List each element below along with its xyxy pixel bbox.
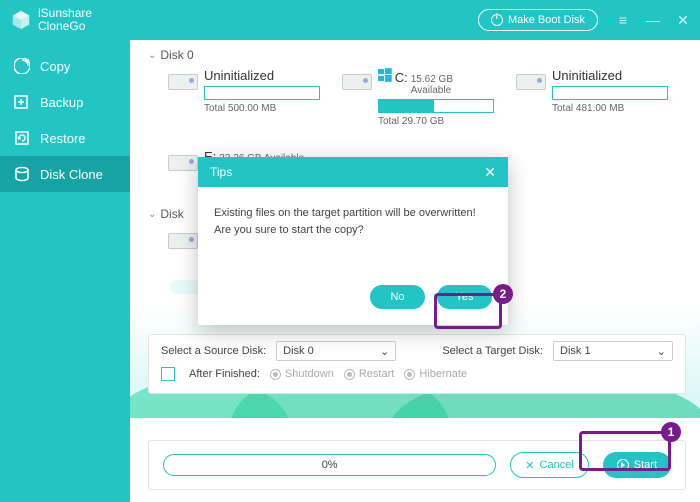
partition-label: Uninitialized [204, 68, 274, 83]
play-icon [617, 459, 629, 471]
start-button[interactable]: Start [603, 452, 671, 478]
drive-icon [168, 155, 198, 171]
partition[interactable]: Uninitialized Total 500.00 MB [168, 68, 320, 127]
dialog-no-button[interactable]: No [370, 285, 425, 309]
radio-shutdown[interactable]: Shutdown [270, 368, 334, 380]
radio-icon [270, 369, 281, 380]
partition-total: Total 481.00 MB [552, 103, 668, 114]
chevron-down-icon: ⌄ [148, 50, 156, 61]
dialog-title: Tips [210, 165, 232, 179]
after-finished-label: After Finished: [189, 368, 260, 380]
sidebar-item-restore[interactable]: Restore [0, 120, 130, 156]
app-logo: iSunshare CloneGo [10, 7, 92, 33]
source-disk-select[interactable]: Disk 0 ⌄ [276, 341, 396, 361]
progress-bar: 0% [163, 454, 496, 476]
sidebar-item-disk-clone[interactable]: Disk Clone [0, 156, 130, 192]
backup-icon [14, 94, 30, 110]
source-disk-value: Disk 0 [283, 345, 314, 357]
partition[interactable]: C: 15.62 GB Available Total 29.70 GB [342, 68, 494, 127]
disk-name: Disk [160, 207, 183, 221]
partition-bar [552, 86, 668, 100]
after-finished-checkbox[interactable] [161, 367, 175, 381]
make-boot-label: Make Boot Disk [508, 14, 585, 26]
restore-icon [14, 130, 30, 146]
radio-hibernate[interactable]: Hibernate [404, 368, 467, 380]
footer-panel: 0% ✕ Cancel Start [148, 440, 686, 490]
cancel-label: Cancel [540, 459, 574, 471]
annotation-badge-1: 1 [661, 422, 681, 442]
target-disk-label: Select a Target Disk: [442, 345, 543, 357]
cancel-button[interactable]: ✕ Cancel [510, 452, 588, 478]
windows-icon [378, 68, 392, 82]
annotation-badge-2: 2 [493, 284, 513, 304]
drive-icon [168, 233, 198, 249]
dialog-header: Tips ✕ [198, 157, 508, 187]
menu-icon[interactable]: ≡ [616, 13, 630, 27]
make-boot-disk-button[interactable]: Make Boot Disk [478, 9, 598, 31]
partition-label: Uninitialized [552, 68, 622, 83]
partition-available: 15.62 GB Available [411, 74, 494, 96]
chevron-down-icon: ⌄ [657, 345, 666, 358]
disk-group-head[interactable]: ⌄ Disk 0 [148, 48, 686, 62]
target-disk-value: Disk 1 [560, 345, 591, 357]
drive-icon [342, 74, 372, 90]
close-icon: ✕ [525, 459, 534, 472]
radio-icon [344, 369, 355, 380]
minimize-icon[interactable]: — [646, 13, 660, 27]
start-label: Start [634, 459, 657, 471]
partition-bar [204, 86, 320, 100]
close-icon[interactable]: ✕ [676, 13, 690, 27]
tips-dialog: Tips ✕ Existing files on the target part… [198, 157, 508, 325]
sidebar-item-label: Restore [40, 131, 86, 146]
sidebar-item-label: Copy [40, 59, 70, 74]
disk-name: Disk 0 [160, 48, 193, 62]
disk-clone-icon [14, 166, 30, 182]
sidebar-item-label: Backup [40, 95, 83, 110]
progress-value: 0% [322, 459, 338, 471]
dialog-yes-button[interactable]: Yes [437, 285, 492, 309]
sidebar-item-backup[interactable]: Backup [0, 84, 130, 120]
partition-total: Total 500.00 MB [204, 103, 320, 114]
partition-total: Total 29.70 GB [378, 116, 494, 127]
title-bar: iSunshare CloneGo Make Boot Disk ≡ — ✕ [0, 0, 700, 40]
product-name-2: CloneGo [38, 20, 92, 33]
power-icon [491, 14, 503, 26]
sidebar-item-copy[interactable]: Copy [0, 48, 130, 84]
partition[interactable]: Uninitialized Total 481.00 MB [516, 68, 668, 127]
partition-label: C: [395, 70, 408, 85]
drive-icon [168, 74, 198, 90]
sidebar: Copy Backup Restore Disk Clone [0, 40, 130, 502]
partition-bar [378, 99, 494, 113]
logo-icon [10, 9, 32, 31]
dialog-message: Existing files on the target partition w… [198, 187, 508, 277]
selection-panel: Select a Source Disk: Disk 0 ⌄ Select a … [148, 334, 686, 394]
source-disk-label: Select a Source Disk: [161, 345, 266, 357]
target-disk-select[interactable]: Disk 1 ⌄ [553, 341, 673, 361]
chevron-down-icon: ⌄ [148, 209, 156, 220]
radio-icon [404, 369, 415, 380]
sidebar-item-label: Disk Clone [40, 167, 103, 182]
copy-icon [14, 58, 30, 74]
dialog-close-icon[interactable]: ✕ [484, 164, 496, 181]
chevron-down-icon: ⌄ [380, 345, 389, 358]
radio-restart[interactable]: Restart [344, 368, 394, 380]
drive-icon [516, 74, 546, 90]
